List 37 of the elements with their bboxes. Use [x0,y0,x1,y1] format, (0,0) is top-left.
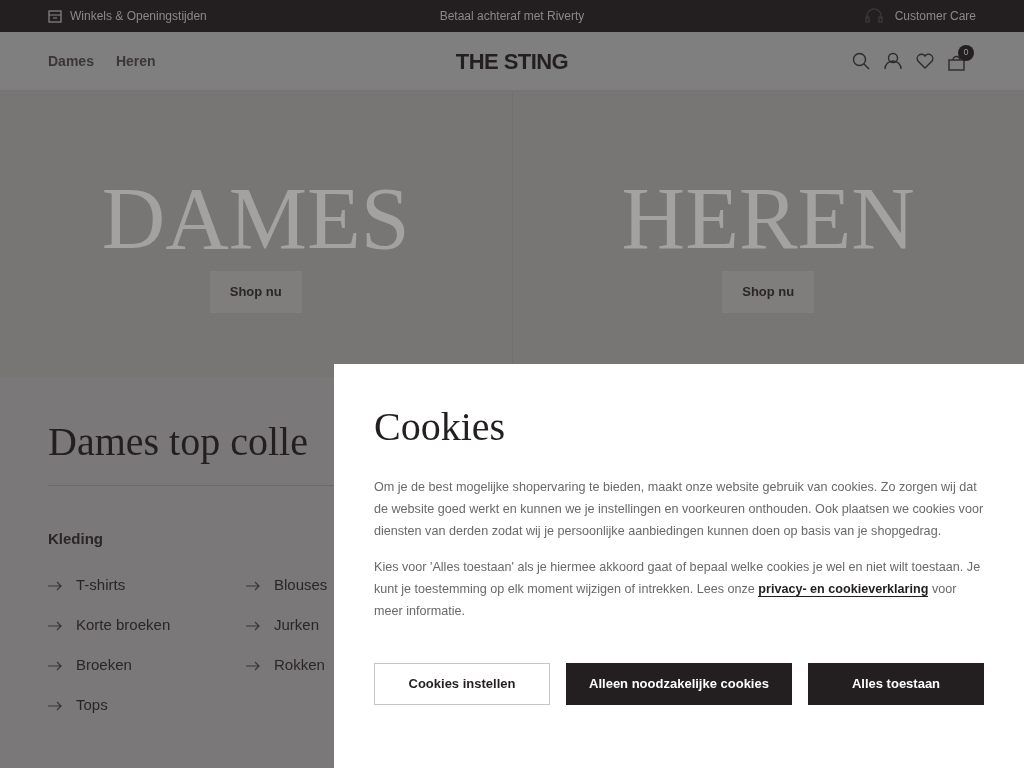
arrow-icon [246,660,260,671]
promo-text: Betaal achteraf met Riverty [439,8,585,25]
category-link[interactable]: Jurken [274,614,320,637]
section-heading: Dames top colle [48,418,308,466]
customer-care-link[interactable]: Customer Care [894,7,976,25]
category-link[interactable]: T-shirts [76,574,126,597]
category-link[interactable]: Tops [76,694,108,717]
shopping-bag-icon[interactable] [948,55,965,71]
shop-button[interactable]: Shop nu [209,271,302,313]
cart-count-badge: 0 [958,45,974,61]
store-icon [48,9,62,23]
cookie-button[interactable]: Alleen noodzakelijke cookies [566,663,792,705]
stores-link[interactable]: Winkels & Openingstijden [70,7,207,25]
nav-link[interactable]: Heren [115,50,156,72]
cookie-consent-text: Kies voor 'Alles toestaan' als je hiermee akkoord gaat of bepaal welke cookies je wel en niet wilt toestaan. Je kunt je toestemming op elk moment wijzigen of intrekken. Lees onze privacy- en cookieverklaring voor meer informatie. [374,559,982,620]
privacy-link[interactable]: privacy- en cookieverklaring [758,582,929,597]
arrow-icon [246,580,260,591]
nav-link[interactable]: Dames [48,50,94,72]
shop-button[interactable]: Shop nu [722,271,815,313]
category-link[interactable]: Blouses [274,574,328,597]
cookie-description: Om je de best mogelijke shopervaring te bieden, maakt onze website gebruik van cookies. Zo zorgen wij dat de website goed werkt en kunnen we je instellingen en voorkeuren onthouden. Ook plaatsen we cookies voor diensten van derden zodat wij je persoonlijke aanbiedingen kunnen doen op basis van je shopgedrag. [374,479,984,540]
category-link[interactable]: Korte broeken [76,614,171,637]
category-link[interactable]: Broeken [76,654,132,677]
arrow-icon [246,620,260,631]
category-heading: Kleding [48,529,103,549]
logo[interactable]: THE STING [455,44,569,78]
arrow-icon [48,700,62,711]
arrow-icon [48,660,62,671]
arrow-icon [48,620,62,631]
search-icon[interactable] [852,52,870,70]
cookie-button[interactable]: Alles toestaan [808,663,984,705]
user-icon[interactable] [884,52,902,70]
dialog-title: Cookies [374,404,507,450]
category-link[interactable]: Rokken [274,654,325,677]
arrow-icon [48,580,62,591]
cookie-button[interactable]: Cookies instellen [374,663,550,705]
heart-icon[interactable] [916,53,934,69]
